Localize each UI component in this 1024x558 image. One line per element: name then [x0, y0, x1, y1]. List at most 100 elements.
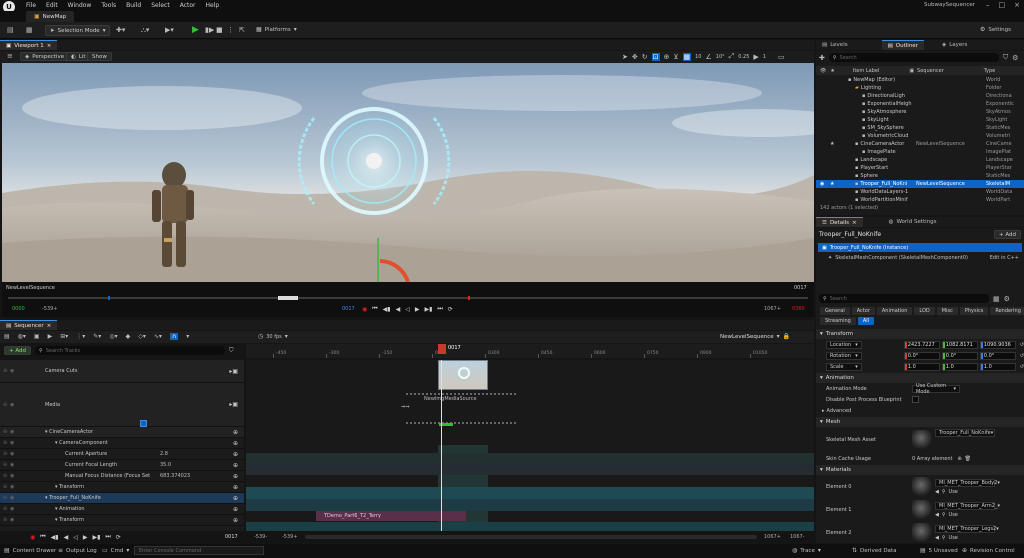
jump-start-icon[interactable]: ⏮: [372, 305, 377, 313]
menu-item-edit[interactable]: Edit: [46, 2, 58, 9]
prev-frame-icon[interactable]: ◀: [64, 534, 69, 541]
outliner-row[interactable]: ▪ ExponentialHeigh Exponentic: [816, 100, 1024, 108]
material-dropdown[interactable]: MI_MET_Trooper_Legs2 ▾: [935, 524, 999, 533]
lock-icon[interactable]: ⊖: [0, 429, 10, 435]
filter-chip-animation[interactable]: Animation: [876, 307, 913, 315]
prev-key-icon[interactable]: ◀▮: [383, 306, 391, 313]
camera-speed-value[interactable]: 1: [763, 54, 766, 60]
col-sequencer[interactable]: Sequencer: [917, 68, 944, 74]
add-key-icon[interactable]: ⊕: [233, 451, 238, 458]
save-icon[interactable]: ▤: [4, 333, 10, 340]
advanced-row[interactable]: ▸ Advanced: [816, 405, 1024, 416]
mesh-section-header[interactable]: ▾ Mesh: [816, 417, 1024, 427]
track-value[interactable]: 683.374023: [160, 473, 200, 479]
track-value[interactable]: 2.8: [160, 451, 200, 457]
tools-icon[interactable]: ✎▾: [93, 333, 101, 340]
platforms-button[interactable]: ▦ Platforms ▾: [256, 26, 297, 33]
actions-icon[interactable]: ⊞▾: [60, 333, 68, 340]
add-key-icon[interactable]: ⊕: [233, 484, 238, 491]
record-icon[interactable]: ◉: [30, 534, 35, 541]
record-icon[interactable]: ◉: [362, 306, 367, 313]
filter-chip-rendering[interactable]: Rendering: [990, 307, 1024, 315]
revision-control-button[interactable]: ⊕ Revision Control: [962, 547, 1015, 554]
rotation-dropdown[interactable]: Rotation ▾: [826, 351, 862, 360]
curve-icon[interactable]: ∿▾: [154, 333, 162, 340]
local-space-icon[interactable]: ⊕: [664, 53, 670, 61]
vector-field-x[interactable]: 1.0: [903, 362, 940, 371]
lock-icon[interactable]: 🔒: [783, 333, 790, 340]
blueprint-icon[interactable]: ⛬▾: [141, 26, 149, 35]
map-tab[interactable]: ▣ NewMap: [26, 11, 75, 22]
transport-current-frame[interactable]: 0017: [225, 534, 238, 540]
settings-button[interactable]: ⚙ Settings: [980, 26, 1011, 33]
viewport-scrub-track[interactable]: [8, 296, 808, 300]
camera-icon[interactable]: ▸▣: [229, 368, 238, 375]
content-drawer-button[interactable]: ▤ Content Drawer: [4, 547, 56, 554]
menu-item-build[interactable]: Build: [126, 2, 141, 9]
sequence-breadcrumb[interactable]: NewLevelSequence: [720, 334, 774, 340]
reset-icon[interactable]: ↺: [1020, 353, 1024, 359]
browse-icon[interactable]: ◀: [935, 512, 939, 518]
filter-chip-streaming[interactable]: Streaming: [820, 317, 856, 325]
find-icon[interactable]: ⚲: [942, 535, 946, 541]
filter-icon[interactable]: ⛉: [229, 347, 234, 355]
filter-chip-lod[interactable]: LOD: [914, 307, 935, 315]
timeline-area[interactable]: NewImgMediaSource ⇒⇒ TDemo_Part6_T2_Terr…: [246, 360, 814, 531]
vector-field-x[interactable]: 2423.7227: [903, 340, 940, 349]
play-reverse-icon[interactable]: ◁: [405, 306, 410, 313]
rotation-snap-value[interactable]: 10°: [716, 54, 725, 60]
edit-cpp-link[interactable]: Edit in C++: [990, 255, 1019, 261]
close-icon[interactable]: ×: [852, 220, 857, 226]
outliner-search-input[interactable]: ⚲ Search: [828, 53, 999, 62]
sequencer-track-row[interactable]: ⊖ ◉ ▾ CineCameraActor ⊕: [0, 427, 244, 438]
loop-icon[interactable]: ⟳: [116, 534, 121, 541]
material-dropdown[interactable]: MI_MET_Trooper_Arm2_ ▾: [935, 501, 1000, 510]
menu-item-actor[interactable]: Actor: [180, 2, 196, 9]
outliner-row[interactable]: ◉ ★ ▪ Trooper_Full_NoKni NewLevelSequence Ske…: [816, 180, 1024, 188]
use-label[interactable]: Use: [949, 489, 958, 495]
viewport-tab[interactable]: ▣ Viewport 1 ×: [0, 40, 58, 50]
star-icon[interactable]: ★: [830, 181, 840, 187]
menu-item-help[interactable]: Help: [206, 2, 220, 9]
scale-snap-value[interactable]: 0.25: [738, 54, 749, 60]
add-key-icon[interactable]: ⊕: [233, 440, 238, 447]
grid-snap-icon[interactable]: ▦: [682, 52, 692, 61]
tab-details[interactable]: ☰ Details ×: [816, 217, 863, 227]
rotate-icon[interactable]: ↻: [642, 53, 648, 61]
lock-icon[interactable]: ⊖: [0, 462, 10, 468]
output-log-button[interactable]: ≡ Output Log: [58, 547, 97, 554]
track-visibility-icon[interactable]: ◉: [10, 517, 20, 523]
track-visibility-icon[interactable]: ◉: [10, 495, 20, 501]
reset-icon[interactable]: ↺: [1020, 364, 1024, 370]
outliner-row[interactable]: ★ ▪ CineCameraActor NewLevelSequence CineCam…: [816, 140, 1024, 148]
vector-field-z[interactable]: 0.0°: [979, 351, 1016, 360]
location-dropdown[interactable]: Location ▾: [826, 340, 862, 349]
surface-snap-icon[interactable]: ⊻: [673, 53, 678, 61]
play-icon[interactable]: ▶: [83, 534, 88, 541]
render-icon[interactable]: ▶: [48, 333, 53, 340]
component-row[interactable]: ✦ SkeletalMeshComponent (SkeletalMeshComp…: [818, 253, 1022, 262]
material-dropdown[interactable]: MI_MET_Trooper_Body2 ▾: [935, 478, 1000, 487]
outliner-row[interactable]: ▪ NewMap (Editor) World: [816, 76, 1024, 84]
console-input[interactable]: Enter Console Command: [134, 546, 264, 555]
use-label[interactable]: Use: [949, 535, 958, 541]
vector-field-z[interactable]: 1.0: [979, 362, 1016, 371]
camera-speed-icon[interactable]: ▶: [753, 53, 758, 61]
tab-sequencer[interactable]: ▤ Sequencer ×: [0, 320, 58, 330]
add-key-icon[interactable]: ⊕: [233, 462, 238, 469]
content-icon[interactable]: ▦: [26, 26, 33, 34]
track-visibility-icon[interactable]: ◉: [10, 473, 20, 479]
next-frame-icon[interactable]: ▶▮: [92, 534, 100, 541]
outliner-row[interactable]: ▪ SM_SkySphere StaticMes: [816, 124, 1024, 132]
trooper-track-bar[interactable]: [246, 499, 814, 511]
outliner-row[interactable]: ▪ Sphere StaticMes: [816, 172, 1024, 180]
filter-chip-misc[interactable]: Misc: [936, 307, 958, 315]
track-visibility-icon[interactable]: ◉: [10, 368, 20, 374]
grid-snap-value[interactable]: 10: [695, 54, 701, 60]
close-icon[interactable]: ×: [47, 323, 52, 329]
camera-icon[interactable]: ▸▣: [229, 401, 238, 408]
snap-icon[interactable]: ∩: [169, 333, 179, 340]
rotation-snap-icon[interactable]: ∠: [706, 53, 712, 61]
lock-icon[interactable]: ⊖: [0, 402, 10, 408]
track-visibility-icon[interactable]: ◉: [10, 484, 20, 490]
